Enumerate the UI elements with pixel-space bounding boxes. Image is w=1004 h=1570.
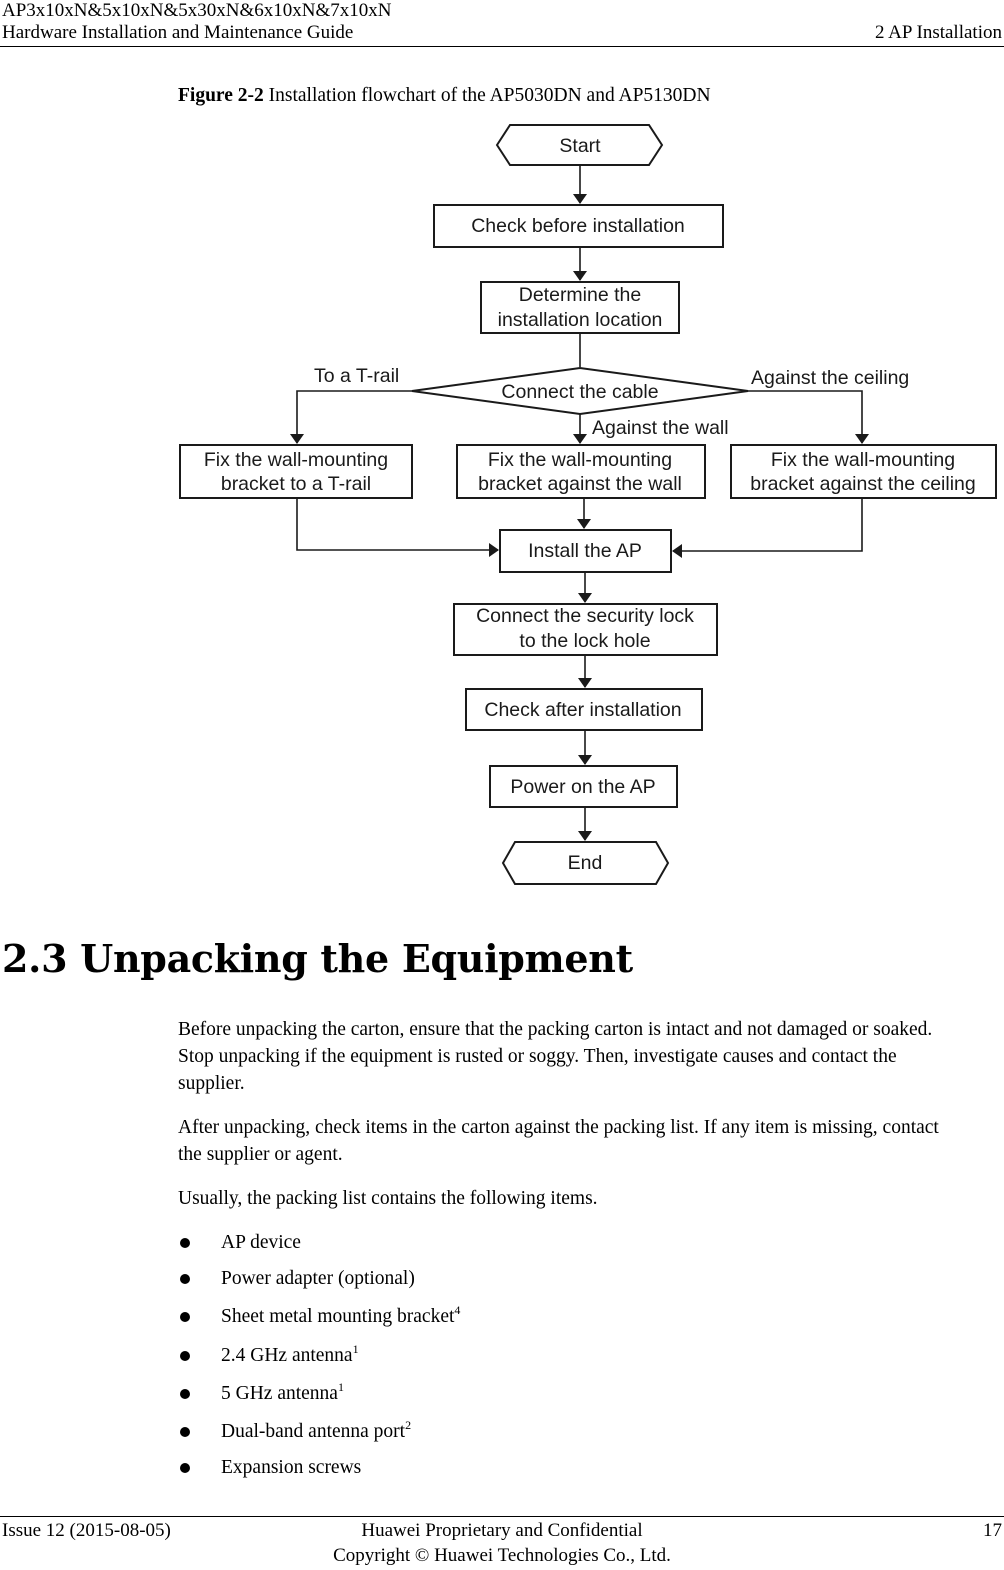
lock-label-line2: to the lock hole bbox=[519, 630, 650, 652]
paragraph-line: the supplier or agent. bbox=[178, 1144, 343, 1165]
determine-label-line2: installation location bbox=[498, 309, 663, 331]
start-label: Start bbox=[559, 135, 601, 157]
footer-rule bbox=[0, 1516, 1004, 1517]
wall-label-line2: bracket against the wall bbox=[478, 473, 682, 495]
branch-label-wall: Against the wall bbox=[592, 417, 729, 439]
footnote-ref: 4 bbox=[454, 1303, 461, 1317]
footnote-ref: 1 bbox=[352, 1342, 359, 1356]
bullet-icon bbox=[180, 1312, 190, 1322]
bullet-icon bbox=[180, 1351, 190, 1361]
paragraph-line: Stop unpacking if the equipment is ruste… bbox=[178, 1046, 897, 1067]
bullet-icon bbox=[180, 1274, 190, 1284]
check-before-label: Check before installation bbox=[471, 215, 685, 237]
trail-label-line1: Fix the wall-mounting bbox=[204, 449, 388, 471]
page-number: 17 bbox=[983, 1520, 1002, 1541]
paragraph-line: After unpacking, check items in the cart… bbox=[178, 1117, 939, 1138]
footnote-ref: 2 bbox=[405, 1418, 412, 1432]
list-item-text: Expansion screws bbox=[221, 1457, 362, 1478]
list-item-text: 5 GHz antenna bbox=[221, 1383, 338, 1404]
determine-label-line1: Determine the bbox=[519, 284, 641, 306]
branch-label-ceiling: Against the ceiling bbox=[751, 367, 909, 389]
bullet-icon bbox=[180, 1463, 190, 1473]
arrow-ceiling-install bbox=[672, 498, 863, 558]
ceiling-label-line2: bracket against the ceiling bbox=[750, 473, 975, 495]
branch-label-trail: To a T-rail bbox=[314, 365, 399, 387]
bullet-icon bbox=[180, 1238, 190, 1248]
wall-label-line1: Fix the wall-mounting bbox=[488, 449, 672, 471]
list-item-text: Dual-band antenna port bbox=[221, 1421, 406, 1442]
lock-label-line1: Connect the security lock bbox=[476, 605, 694, 627]
list-item-text: AP device bbox=[221, 1232, 301, 1253]
trail-label-line2: bracket to a T-rail bbox=[221, 473, 371, 495]
footer-copyright: Copyright © Huawei Technologies Co., Ltd… bbox=[333, 1545, 671, 1566]
connect-cable-label: Connect the cable bbox=[501, 381, 658, 403]
paragraph-line: Usually, the packing list contains the f… bbox=[178, 1188, 598, 1209]
arrow-to-trail bbox=[290, 390, 412, 444]
installation-flowchart: Start Check before installation Determin… bbox=[179, 124, 997, 885]
arrow-to-ceiling bbox=[748, 390, 869, 444]
list-item-text: 2.4 GHz antenna bbox=[221, 1345, 353, 1366]
list-item-text: Power adapter (optional) bbox=[221, 1268, 415, 1289]
end-label: End bbox=[568, 852, 603, 874]
paragraph-line: supplier. bbox=[178, 1073, 245, 1094]
paragraph-line: Before unpacking the carton, ensure that… bbox=[178, 1019, 933, 1040]
power-on-label: Power on the AP bbox=[510, 776, 655, 798]
section-heading: 2.3 Unpacking the Equipment bbox=[2, 936, 633, 981]
bullet-icon bbox=[180, 1389, 190, 1399]
bullet-icon bbox=[180, 1427, 190, 1437]
install-ap-label: Install the AP bbox=[528, 540, 642, 562]
arrow-trail-install bbox=[296, 498, 499, 557]
ceiling-label-line1: Fix the wall-mounting bbox=[771, 449, 955, 471]
list-item-text: Sheet metal mounting bracket bbox=[221, 1306, 455, 1327]
check-after-label: Check after installation bbox=[484, 699, 681, 721]
footnote-ref: 1 bbox=[337, 1380, 344, 1394]
footer-confidential: Huawei Proprietary and Confidential bbox=[361, 1520, 643, 1541]
